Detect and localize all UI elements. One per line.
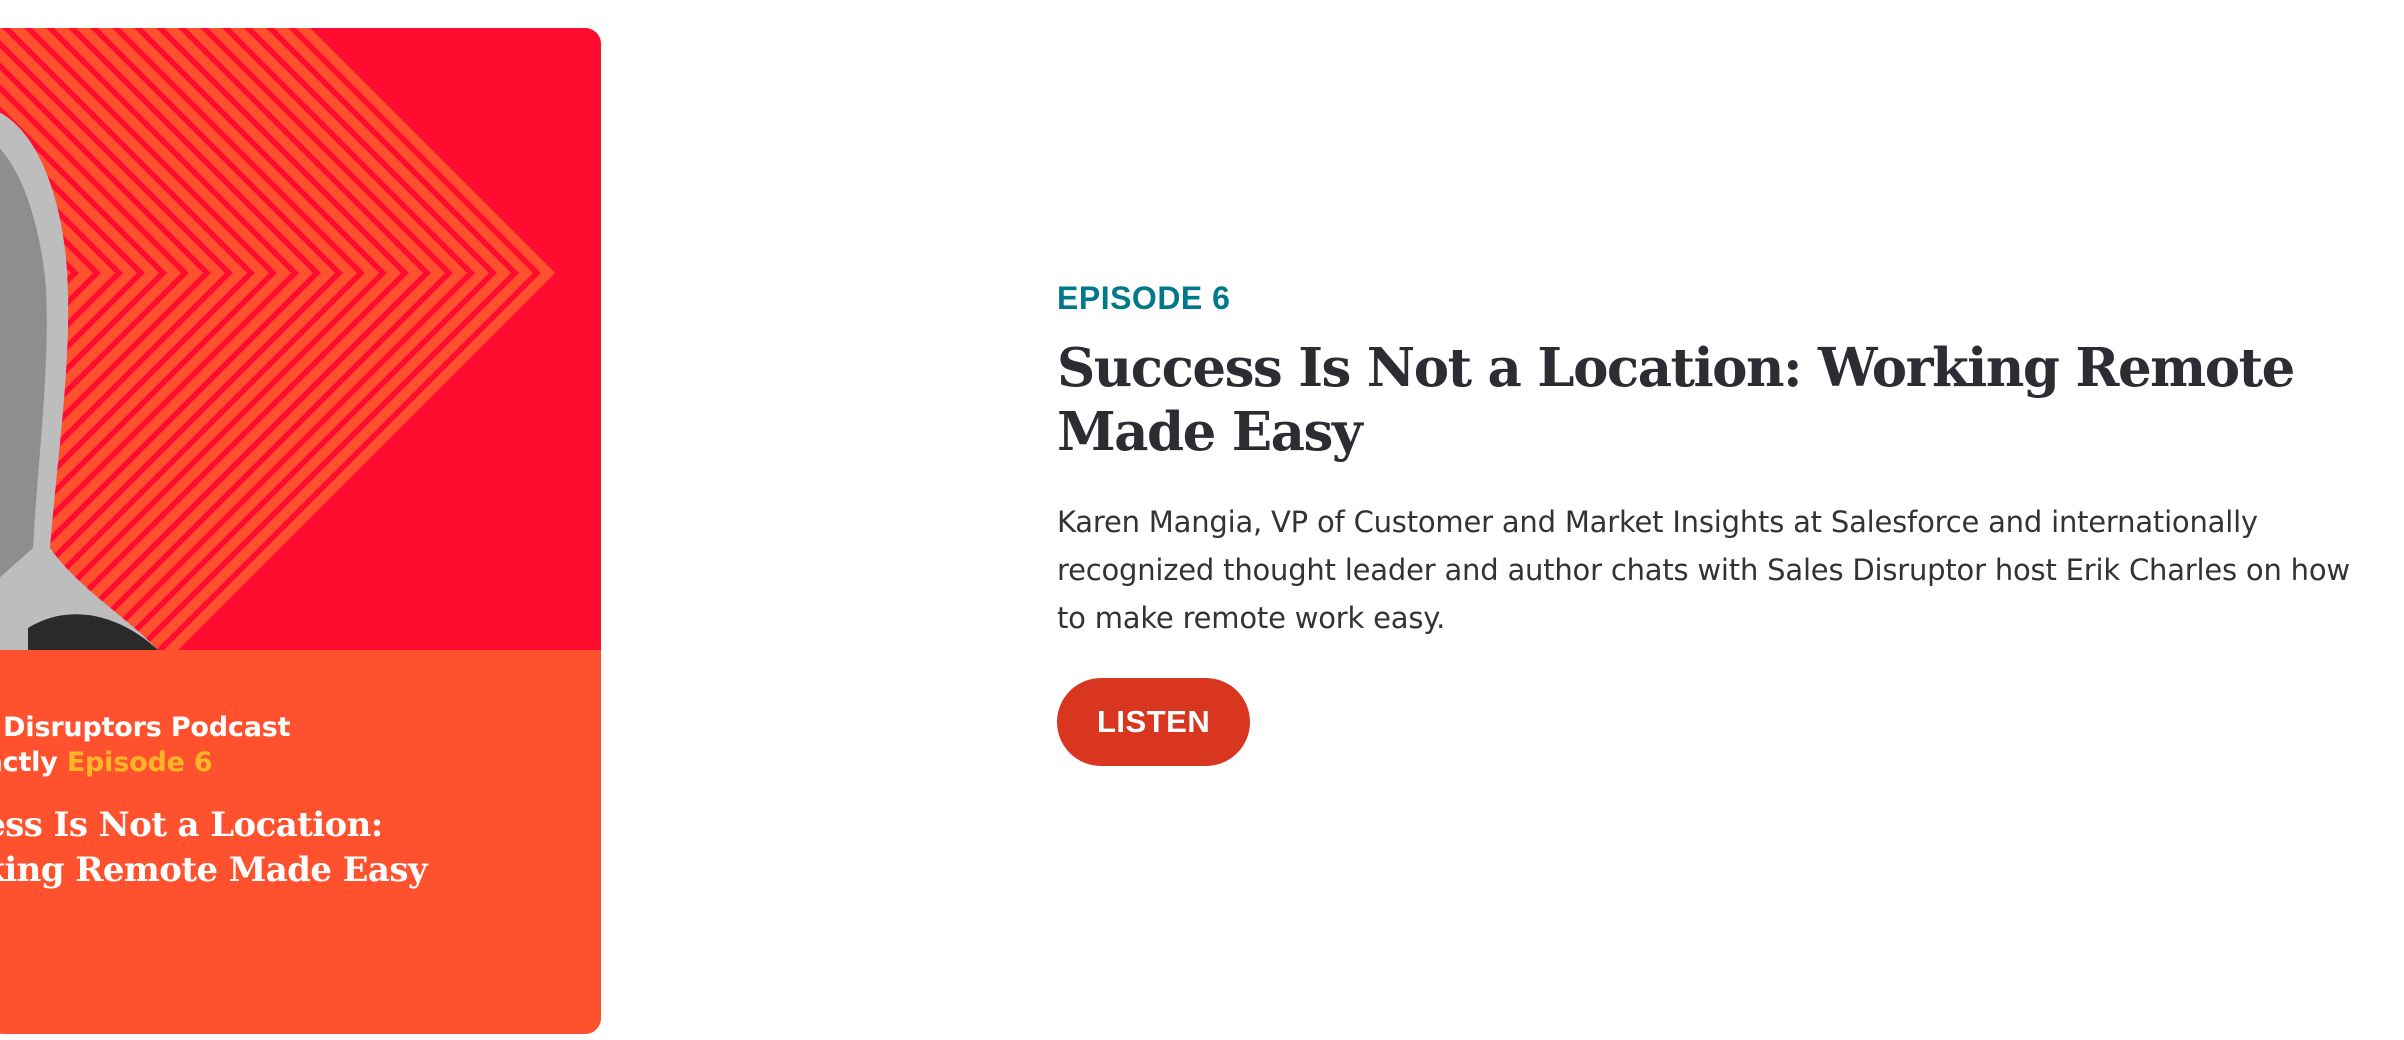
artwork-brand: Xactly	[0, 747, 58, 778]
listen-button[interactable]: LISTEN	[1057, 678, 1251, 766]
artwork-episode-line: Xactly Episode 6	[0, 747, 213, 778]
artwork-episode-number: Episode 6	[66, 747, 213, 778]
episode-title: Success Is Not a Location: Working Remot…	[1057, 337, 2295, 463]
episode-label: EPISODE 6	[1057, 280, 1231, 316]
artwork-title-line-1: ccess Is Not a Location:	[0, 805, 383, 845]
episode-description: Karen Mangia, VP of Customer and Market …	[1057, 505, 2350, 635]
chevron-pattern-graphic	[0, 28, 556, 650]
artwork-title-line-2: orking Remote Made Easy	[0, 850, 428, 890]
episode-details: EPISODE 6 Success Is Not a Location: Wor…	[1057, 278, 2377, 766]
podcast-artwork: es Disruptors Podcast Xactly Episode 6 c…	[0, 28, 601, 1034]
artwork-caption: es Disruptors Podcast Xactly Episode 6 c…	[0, 650, 601, 1034]
artwork-podcast-name: es Disruptors Podcast	[0, 712, 291, 743]
artwork-chevron-pattern	[0, 28, 601, 650]
